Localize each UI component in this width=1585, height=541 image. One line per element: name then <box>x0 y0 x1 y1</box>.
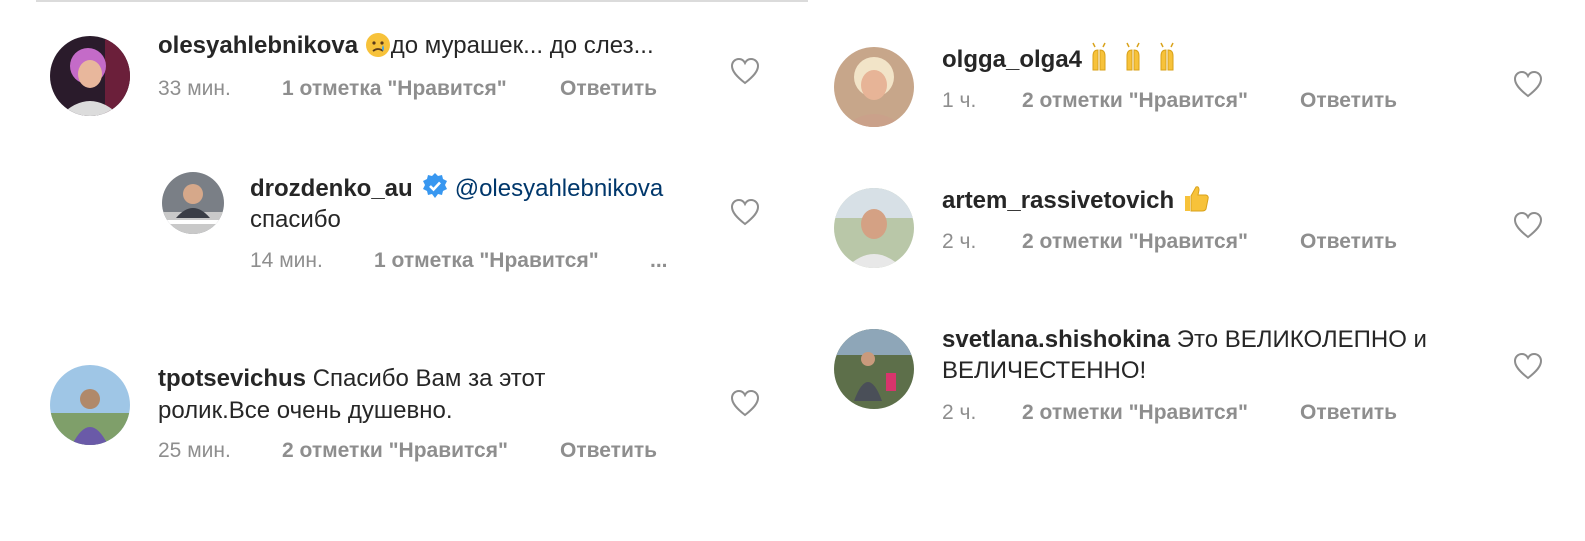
comment-meta: 25 мин. 2 отметки "Нравится" Ответить <box>158 438 718 464</box>
more-options-button[interactable]: ... <box>650 248 668 274</box>
likes-count[interactable]: 2 отметки "Нравится" <box>1022 88 1248 114</box>
timestamp: 1 ч. <box>942 89 977 112</box>
username[interactable]: drozdenko_au <box>250 175 413 202</box>
avatar[interactable] <box>834 329 914 409</box>
reply-button[interactable]: Ответить <box>560 438 657 464</box>
username[interactable]: olesyahlebnikova <box>158 32 358 59</box>
timestamp: 14 мин. <box>250 249 323 272</box>
username[interactable]: svetlana.shishokina <box>942 326 1170 353</box>
reply-button[interactable]: Ответить <box>1300 88 1397 114</box>
comment-meta: 1 ч. 2 отметки "Нравится" Ответить <box>942 88 1462 114</box>
likes-count[interactable]: 2 отметки "Нравится" <box>1022 229 1248 255</box>
heart-icon[interactable] <box>730 198 760 226</box>
avatar[interactable] <box>834 47 914 127</box>
comment-meta: 33 мин. 1 отметка "Нравится" Ответить <box>158 76 718 102</box>
avatar[interactable] <box>50 365 130 445</box>
heart-icon[interactable] <box>1513 70 1543 98</box>
timestamp: 2 ч. <box>942 401 977 424</box>
raising-hands-emoji <box>1089 42 1189 81</box>
heart-icon[interactable] <box>1513 352 1543 380</box>
timestamp: 2 ч. <box>942 230 977 253</box>
thumbs-up-emoji <box>1181 183 1211 222</box>
comment-text-line1: Это ВЕЛИКОЛЕПНО и <box>1176 326 1427 353</box>
reply-button[interactable]: Ответить <box>1300 400 1397 426</box>
username[interactable]: olgga_olga4 <box>942 46 1082 73</box>
comment-text-line2: ролик.Все очень душевно. <box>158 397 453 424</box>
reply-button[interactable]: Ответить <box>1300 229 1397 255</box>
heart-icon[interactable] <box>730 389 760 417</box>
comment-meta: 2 ч. 2 отметки "Нравится" Ответить <box>942 229 1462 255</box>
username[interactable]: tpotsevichus <box>158 365 306 392</box>
comment-meta: 14 мин. 1 отметка "Нравится" ... <box>250 248 690 274</box>
divider <box>36 0 808 2</box>
avatar[interactable] <box>50 36 130 116</box>
likes-count[interactable]: 2 отметки "Нравится" <box>1022 400 1248 426</box>
timestamp: 33 мин. <box>158 77 231 100</box>
heart-icon[interactable] <box>730 57 760 85</box>
reply-button[interactable]: Ответить <box>560 76 657 102</box>
verified-badge-icon <box>421 172 449 209</box>
heart-icon[interactable] <box>1513 211 1543 239</box>
comment-text: до мурашек... до слез... <box>390 32 654 59</box>
likes-count[interactable]: 1 отметка "Нравится" <box>374 248 599 274</box>
username[interactable]: artem_rassivetovich <box>942 187 1174 214</box>
comment-text-line2: ВЕЛИЧЕСТЕННО! <box>942 357 1147 384</box>
likes-count[interactable]: 2 отметки "Нравится" <box>282 438 508 464</box>
comment-meta: 2 ч. 2 отметки "Нравится" Ответить <box>942 400 1462 426</box>
timestamp: 25 мин. <box>158 439 231 462</box>
avatar[interactable] <box>162 172 224 234</box>
mention-link[interactable]: @olesyahlebnikova <box>455 175 664 202</box>
comment-text-line1: Спасибо Вам за этот <box>312 365 546 392</box>
crying-face-emoji <box>365 32 391 67</box>
comment-text: спасибо <box>250 206 341 233</box>
likes-count[interactable]: 1 отметка "Нравится" <box>282 76 507 102</box>
avatar[interactable] <box>834 188 914 268</box>
